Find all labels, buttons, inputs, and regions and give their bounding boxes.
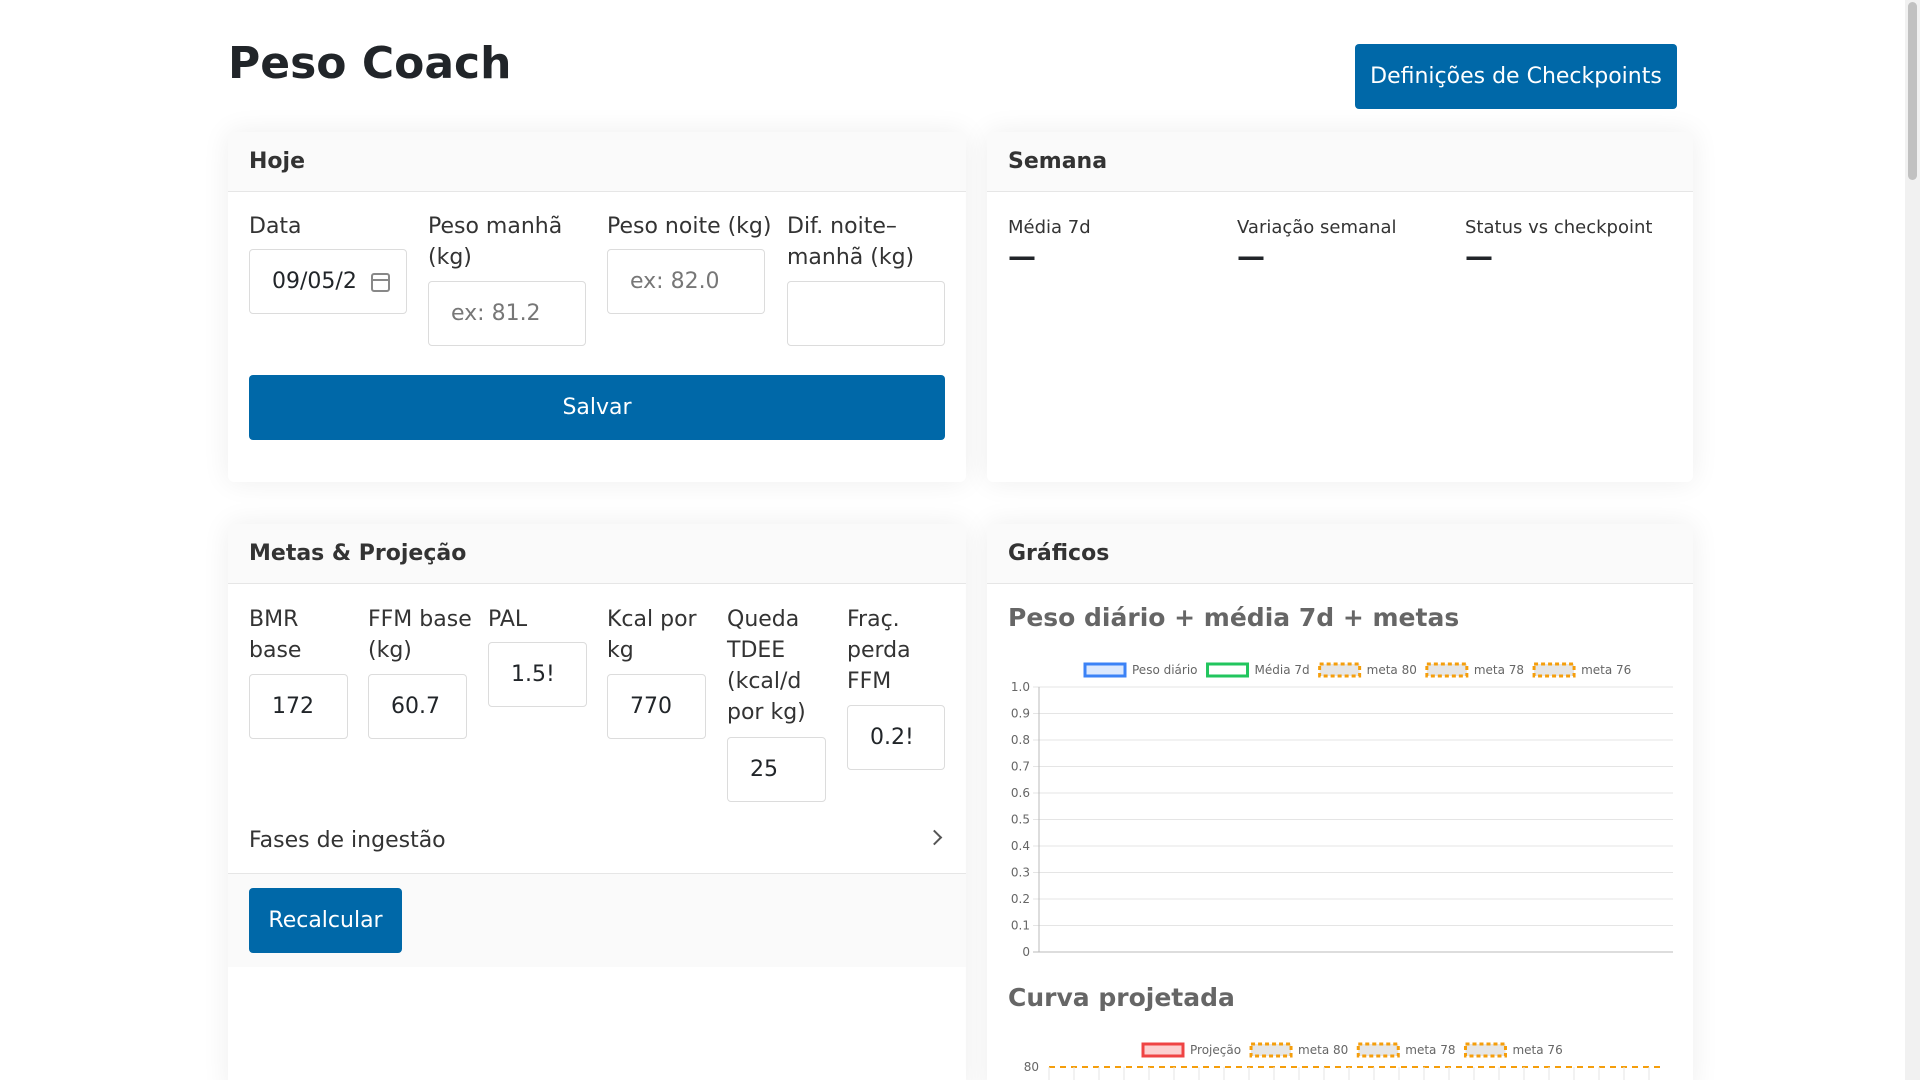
chart1-ytick-label: 0.3 — [1011, 866, 1030, 880]
checkpoint-settings-button[interactable]: Definições de Checkpoints — [1355, 44, 1677, 109]
chart2-svg: Projeção meta 80 meta 78 meta 76 80 — [1024, 1042, 1660, 1080]
date-value: 09/05/2 — [272, 269, 357, 294]
hoje-card-title: Hoje — [228, 132, 966, 192]
recalcular-button[interactable]: Recalcular — [249, 888, 402, 953]
date-input[interactable]: 09/05/2 — [249, 249, 407, 314]
chart1-legend-label-meta-76[interactable]: meta 76 — [1581, 663, 1631, 677]
chart1-ytick-label: 0.5 — [1011, 813, 1030, 827]
chart1-legend-label-meta-80[interactable]: meta 80 — [1367, 663, 1417, 677]
chart1-ytick-label: 0.6 — [1011, 786, 1030, 800]
chart1-legend-swatch-media-7d[interactable] — [1206, 662, 1250, 678]
kpi-variacao-label: Variação semanal — [1237, 217, 1397, 238]
page-title: Peso Coach — [228, 38, 512, 89]
pal-label: PAL — [488, 607, 528, 632]
chart1-ytick-label: 0.9 — [1011, 707, 1030, 721]
chart1-svg: Peso diário Média 7d meta 80 meta 78 meta 76… — [1011, 662, 1673, 959]
kpi-media-7d-label: Média 7d — [1008, 217, 1091, 238]
dif-input — [787, 281, 945, 346]
chart1-ytick-label: 0.4 — [1011, 839, 1030, 853]
chart1-legend-swatch-meta-78[interactable] — [1425, 662, 1469, 678]
ffm-label: FFM base (kg) — [368, 607, 472, 663]
kpi-media-7d-value: — — [1008, 240, 1036, 273]
chart1-ytick-label: 0 — [1022, 945, 1030, 959]
chart1-ytick-label: 0.8 — [1011, 733, 1030, 747]
kpi-status-label: Status vs checkpoint — [1465, 217, 1653, 238]
pal-input[interactable]: 1.5! — [488, 642, 587, 707]
semana-card-title: Semana — [987, 132, 1693, 192]
queda-tdee-label: Queda TDEE (kcal/d por kg) — [727, 607, 806, 725]
frac-ffm-label: Fraç. perda FFM — [847, 607, 911, 694]
chart2-legend-label-meta-76[interactable]: meta 76 — [1512, 1043, 1562, 1057]
kcal-input[interactable]: 770 — [607, 674, 706, 739]
chart2-ytick-label: 80 — [1024, 1060, 1039, 1074]
chart1-ytick-label: 0.2 — [1011, 892, 1030, 906]
chart1-ytick-label: 1.0 — [1011, 680, 1030, 694]
chart1-legend-swatch-peso-diario[interactable] — [1083, 662, 1127, 678]
peso-noite-label: Peso noite (kg) — [607, 214, 772, 239]
peso-noite-input[interactable]: ex: 82.0 — [607, 249, 765, 314]
chart2-legend-label-meta-78[interactable]: meta 78 — [1405, 1043, 1455, 1057]
chart1-ytick-label: 0.7 — [1011, 760, 1030, 774]
chart1-legend-swatch-meta-80[interactable] — [1318, 662, 1362, 678]
bmr-input[interactable]: 172 — [249, 674, 348, 739]
chart2-legend-swatch-meta-78[interactable] — [1356, 1042, 1400, 1058]
chart1-legend-label-meta-78[interactable]: meta 78 — [1474, 663, 1524, 677]
chart2-legend-swatch-meta-80[interactable] — [1249, 1042, 1293, 1058]
bmr-label: BMR base — [249, 607, 302, 663]
chart2-legend-label-projecao[interactable]: Projeção — [1190, 1043, 1241, 1057]
peso-manha-label: Peso manhã (kg) — [428, 214, 563, 270]
metas-card-title: Metas & Projeção — [228, 524, 966, 584]
chart2-title: Curva projetada — [1008, 983, 1235, 1012]
frac-ffm-input[interactable]: 0.2! — [847, 705, 945, 770]
chart2-legend-swatch-meta-76[interactable] — [1463, 1042, 1507, 1058]
chart2-legend-label-meta-80[interactable]: meta 80 — [1298, 1043, 1348, 1057]
kpi-status-value: — — [1465, 240, 1493, 273]
fases-ingestao-toggle[interactable]: Fases de ingestão — [249, 825, 749, 856]
save-button[interactable]: Salvar — [249, 375, 945, 440]
chart1-legend-swatch-meta-76[interactable] — [1532, 662, 1576, 678]
calendar-icon[interactable] — [371, 273, 390, 292]
chart2-legend-swatch-projecao[interactable] — [1141, 1042, 1185, 1058]
graficos-card-title: Gráficos — [987, 524, 1693, 584]
kpi-variacao-value: — — [1237, 240, 1265, 273]
data-label: Data — [249, 214, 302, 239]
peso-manha-input[interactable]: ex: 81.2 — [428, 281, 586, 346]
chart1-legend-label-media-7d[interactable]: Média 7d — [1255, 663, 1310, 677]
semana-card: Semana — [987, 132, 1693, 482]
scrollbar-thumb[interactable] — [1908, 2, 1917, 180]
queda-tdee-input[interactable]: 25 — [727, 737, 826, 802]
chart1-ytick-label: 0.1 — [1011, 919, 1030, 933]
chart1-title: Peso diário + média 7d + metas — [1008, 603, 1460, 632]
ffm-input[interactable]: 60.7 — [368, 674, 467, 739]
dif-label: Dif. noite–manhã (kg) — [787, 214, 915, 270]
chart1-legend-label-peso-diario[interactable]: Peso diário — [1132, 663, 1198, 677]
kcal-label: Kcal por kg — [607, 607, 697, 663]
